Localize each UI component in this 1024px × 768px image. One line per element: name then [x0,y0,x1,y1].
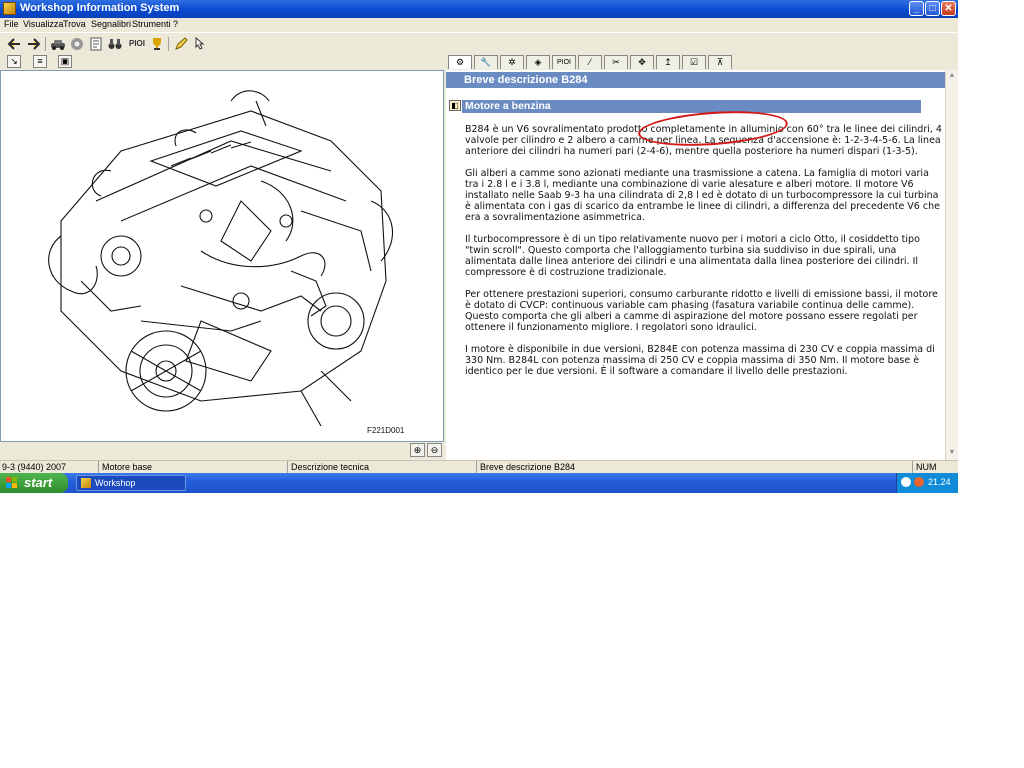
menu-trova[interactable]: Trova [63,19,86,29]
app-icon [81,478,91,488]
pencil-icon[interactable] [173,36,189,52]
status-model: 9-3 (9440) 2007 [2,462,67,472]
gears-icon[interactable]: ✲ [500,55,524,69]
back-arrow-icon[interactable] [6,36,22,52]
image-panel: F221D001 [0,70,444,442]
title-bar[interactable]: Workshop Information System _ □ ✕ [0,0,958,18]
menu-file[interactable]: File [4,19,19,29]
zoom-out-icon[interactable]: ⊖ [427,443,442,457]
car-icon[interactable] [50,36,66,52]
tray-antivirus-icon[interactable] [914,477,924,487]
paragraph: Per ottenere prestazioni superiori, cons… [465,289,938,333]
move-icon[interactable]: ✥ [630,55,654,69]
menu-segnalibri[interactable]: Segnalibri [91,19,131,29]
minimize-button[interactable]: _ [909,1,924,16]
paragraph: Gli alberi a camme sono azionati mediant… [465,168,940,223]
system-tray: 21.24 [896,473,958,493]
vertical-scrollbar[interactable]: ▲ ▼ [945,70,958,460]
pioi-button[interactable]: PIOI [128,36,146,52]
component-icon[interactable]: ◈ [526,55,550,69]
menu-bar: File Visualizza Trova Segnalibri Strumen… [0,18,958,32]
wrench-icon[interactable]: 🔧 [474,55,498,69]
taskbar: start Workshop Informatio... 21.24 [0,473,958,493]
menu-help[interactable]: ? [173,19,178,29]
status-bar: 9-3 (9440) 2007 Motore base Descrizione … [0,460,958,474]
image-toolbar: ↘ ≡ ▣ [0,54,446,70]
tab-strip: ⚙ 🔧 ✲ ◈ PIOI ⁄ ✂ ✥ ↥ ☑ ⊼ [446,54,958,70]
document-body: B284 è un V6 sovralimentato prodotto com… [465,124,943,388]
paragraph: I motore è disponibile in due versioni, … [465,344,935,377]
close-button[interactable]: ✕ [941,1,956,16]
status-group: Motore base [102,462,153,472]
toolbar-separator [45,37,46,51]
binoculars-icon[interactable] [107,36,123,52]
taskbar-item-wis[interactable]: Workshop Informatio... [76,475,186,493]
car-lift-icon[interactable]: ⊼ [708,55,732,69]
clock[interactable]: 21.24 [928,477,951,487]
image-icon[interactable]: ▣ [58,55,72,68]
taskbar-item-label: Workshop Informatio... [95,478,143,493]
pioi-tab[interactable]: PIOI [552,55,576,69]
start-button[interactable]: start [0,473,68,493]
menu-strumenti[interactable]: Strumenti [132,19,171,29]
scroll-down-icon[interactable]: ▼ [947,448,957,458]
app-icon [3,2,16,15]
document-header: Breve descrizione B284 [446,72,945,88]
document-icon[interactable] [88,36,104,52]
tools-icon[interactable]: ✂ [604,55,628,69]
section-icon[interactable]: ◧ [449,100,461,111]
forward-arrow-icon[interactable] [26,36,42,52]
list-icon[interactable]: ≡ [33,55,47,68]
toolbar: PIOI [0,32,958,56]
window-title: Workshop Information System [20,2,180,14]
expand-icon[interactable]: ↘ [7,55,21,68]
tray-chevron-icon[interactable] [901,477,911,487]
trophy-icon[interactable] [149,36,165,52]
zoom-controls: ⊕ ⊖ [0,442,446,459]
start-label: start [24,475,53,490]
zoom-in-icon[interactable]: ⊕ [410,443,425,457]
checklist-icon[interactable]: ☑ [682,55,706,69]
menu-visualizza[interactable]: Visualizza [23,19,63,29]
engine-icon[interactable]: ⚙ [448,55,472,69]
windows-logo-icon [6,477,18,489]
pointer-icon[interactable] [191,36,207,52]
scroll-up-icon[interactable]: ▲ [947,71,957,81]
status-num: NUM [916,462,937,472]
image-caption: F221D001 [367,426,405,435]
lift-icon[interactable]: ↥ [656,55,680,69]
engine-illustration[interactable]: F221D001 [1,71,443,441]
tool-icon[interactable]: ⁄ [578,55,602,69]
parts-icon[interactable] [69,36,85,52]
section-title: Motore a benzina [462,100,921,113]
paragraph: Il turbocompressore è di un tipo relativ… [465,234,920,278]
maximize-button[interactable]: □ [925,1,940,16]
status-doc: Breve descrizione B284 [480,462,576,472]
app-window: Workshop Information System _ □ ✕ File V… [0,0,958,493]
toolbar-separator [168,37,169,51]
status-type: Descrizione tecnica [291,462,370,472]
